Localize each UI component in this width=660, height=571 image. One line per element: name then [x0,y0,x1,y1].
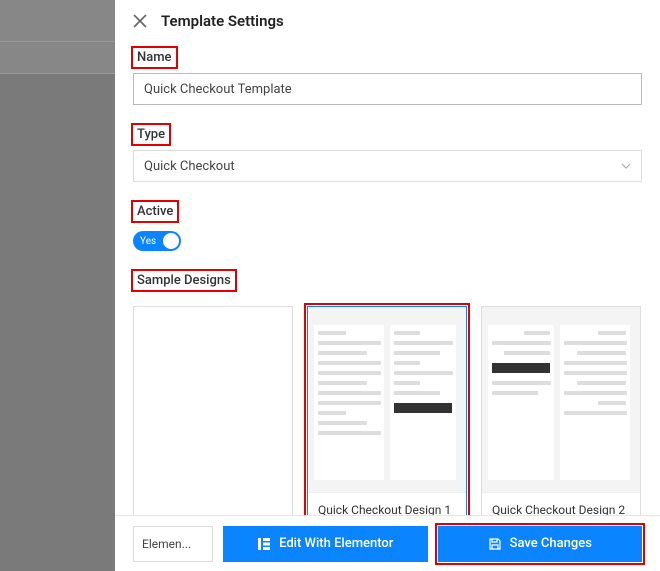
active-label: Active [133,202,177,221]
toggle-knob [163,233,179,249]
type-label: Type [133,125,169,144]
sample-designs-label: Sample Designs [133,271,235,290]
design-card-2[interactable]: Quick Checkout Design 2 RTL [481,306,641,542]
chevron-down-icon [621,161,631,171]
save-button-label: Save Changes [510,536,592,551]
edit-with-elementor-button[interactable]: Edit With Elementor [223,526,428,562]
name-input[interactable] [133,73,642,105]
active-field: Active Yes [133,200,642,251]
design-card-blank[interactable] [133,306,293,531]
elementor-icon [257,537,271,551]
design-preview [308,307,466,492]
save-icon [488,537,502,551]
name-label: Name [133,48,176,67]
panel-header: Template Settings [115,0,660,42]
type-select[interactable]: Quick Checkout [133,150,642,182]
name-field: Name [133,46,642,105]
close-icon[interactable] [133,14,147,28]
template-settings-panel: Template Settings Name Type Quick Checko… [115,0,660,571]
edit-button-label: Edit With Elementor [279,536,393,551]
type-field: Type Quick Checkout [133,123,642,182]
panel-footer: Elemen... Edit With Elementor Save Chang… [115,515,660,571]
toggle-state-label: Yes [140,236,156,247]
save-changes-button[interactable]: Save Changes [438,526,643,562]
active-toggle[interactable]: Yes [133,231,181,251]
designs-grid: ✓ Quick Checkout Design 1 [133,306,642,542]
design-card-1[interactable]: ✓ Quick Checkout Design 1 [307,306,467,542]
editor-select[interactable]: Elemen... [133,526,213,562]
type-select-value: Quick Checkout [144,159,235,174]
sample-designs-field: Sample Designs [133,269,642,296]
editor-select-value: Elemen... [142,537,191,551]
design-preview [482,307,640,492]
modal-backdrop [0,0,115,571]
panel-title: Template Settings [161,12,284,30]
